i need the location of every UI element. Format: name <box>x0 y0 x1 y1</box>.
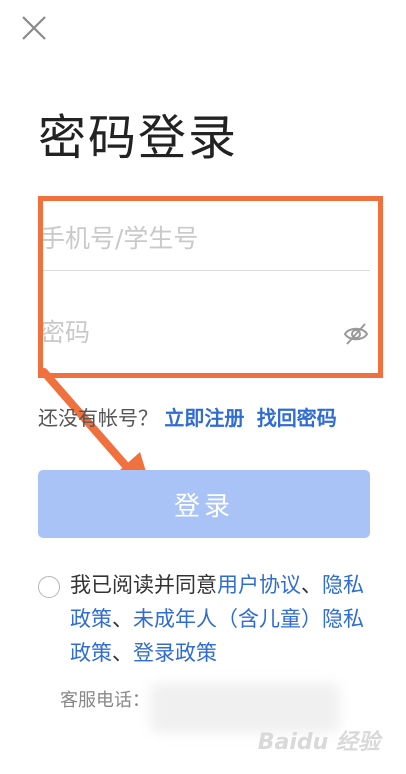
password-field-container <box>40 318 370 358</box>
register-prompt: 还没有帐号？ <box>38 406 158 430</box>
agreement-separator: 、 <box>301 573 322 597</box>
phone-input[interactable] <box>40 224 370 253</box>
password-input[interactable] <box>40 318 320 347</box>
close-icon[interactable] <box>20 14 48 42</box>
phone-field-container <box>40 224 370 271</box>
recover-password-link[interactable]: 找回密码 <box>257 406 337 430</box>
agreement-prefix: 我已阅读并同意 <box>70 573 217 597</box>
page-title: 密码登录 <box>38 110 239 166</box>
agreement-radio[interactable] <box>38 576 60 598</box>
login-button[interactable]: 登录 <box>38 470 370 538</box>
agreement-separator: 、 <box>112 607 133 631</box>
customer-service-label: 客服电话： <box>60 690 150 711</box>
agreement-separator: 、 <box>112 641 133 665</box>
agreement-text: 我已阅读并同意用户协议、隐私政策、未成年人（含儿童）隐私政策、登录政策 <box>70 568 370 670</box>
eye-off-icon[interactable] <box>342 320 370 348</box>
login-policy-link[interactable]: 登录政策 <box>133 641 217 665</box>
user-agreement-link[interactable]: 用户协议 <box>217 573 301 597</box>
signup-link[interactable]: 立即注册 <box>164 406 244 430</box>
register-row: 还没有帐号？ 立即注册 找回密码 <box>38 402 337 431</box>
watermark: Baidu 经验 <box>257 730 380 755</box>
